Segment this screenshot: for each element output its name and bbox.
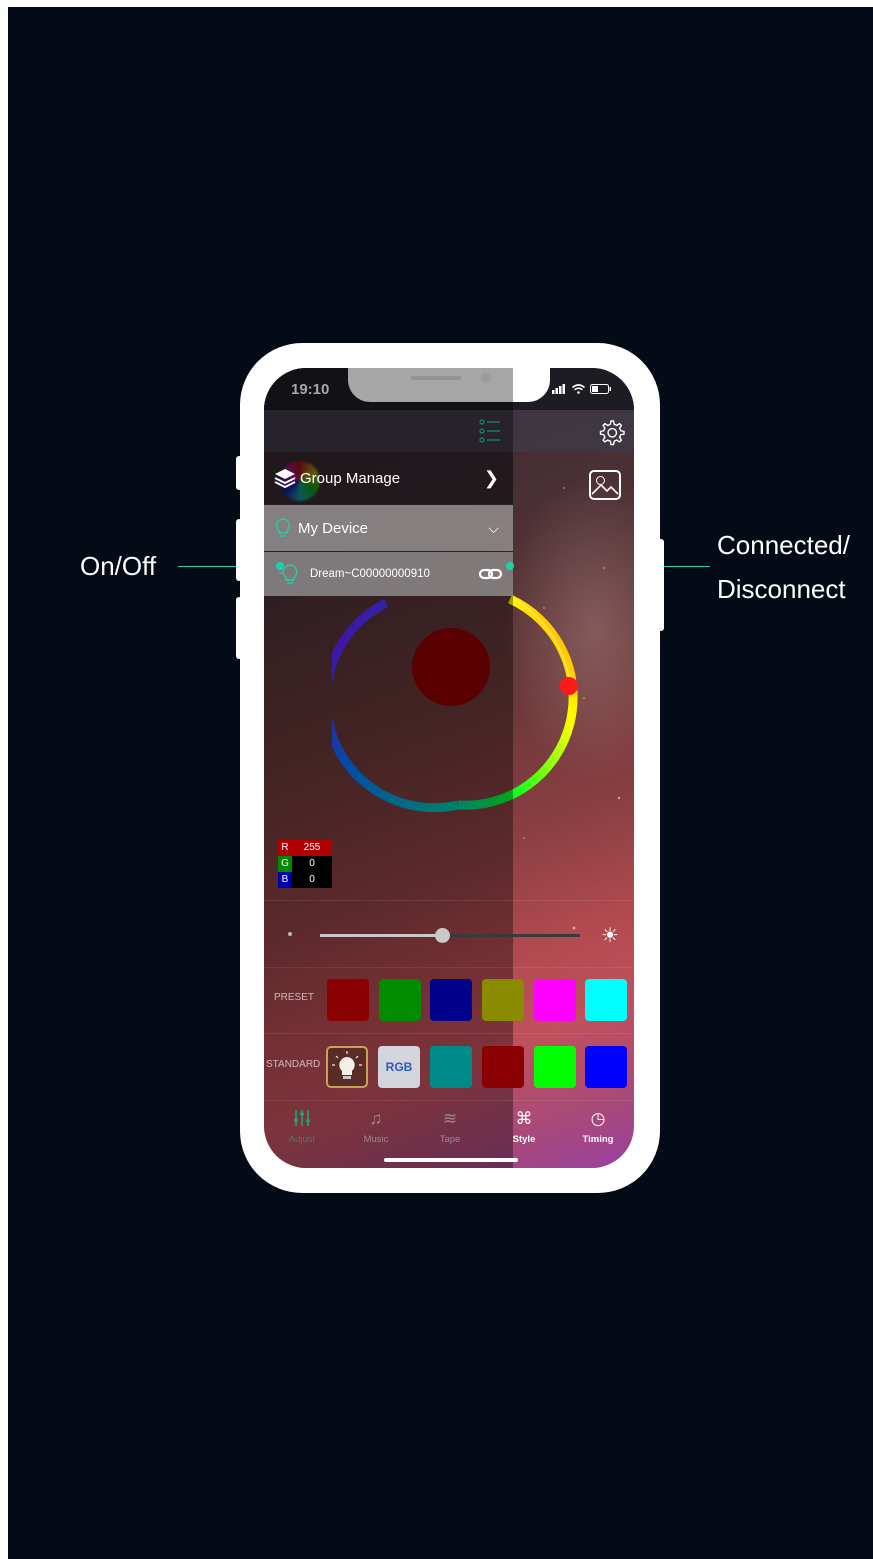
dim-sun-icon (288, 932, 292, 936)
b-key: B (278, 872, 292, 888)
tab-music[interactable]: ♫ Music (346, 1108, 406, 1145)
battery-icon (590, 383, 611, 394)
connected-callout-dot (506, 562, 514, 570)
status-icons (552, 381, 612, 395)
tab-adjust[interactable]: Adjust (272, 1108, 332, 1145)
tab-tape-label: Tape (439, 1134, 461, 1145)
preset-swatch-3[interactable] (430, 979, 472, 1021)
tutorial-stage: On/Off Connected/ Disconnect 19:10 Group… (8, 7, 873, 1559)
command-icon: ⌘ (515, 1109, 533, 1128)
my-device-row[interactable]: My Device ⌵ (264, 505, 513, 551)
image-icon[interactable] (589, 470, 621, 500)
rgb-mode-button[interactable]: RGB (378, 1046, 420, 1088)
wheel-thumb[interactable] (560, 677, 578, 695)
bright-sun-icon: ☀ (601, 925, 619, 947)
home-indicator (384, 1158, 518, 1162)
preset-label: PRESET (274, 992, 315, 1003)
phone-frame: 19:10 Group Manage ❯ My Device ⌵ Dream~C… (240, 343, 660, 1193)
g-value: 0 (292, 856, 332, 872)
tab-style[interactable]: ⌘ Style (494, 1108, 554, 1145)
standard-label: STANDARD (266, 1059, 321, 1070)
r-value: 255 (292, 840, 332, 856)
standard-swatch-3[interactable] (534, 1046, 576, 1088)
b-value: 0 (292, 872, 332, 888)
preset-swatch-2[interactable] (379, 979, 421, 1021)
image-icon-mountain (591, 483, 619, 495)
my-device-label: My Device (298, 519, 369, 537)
tab-music-label: Music (363, 1134, 389, 1145)
layers-icon (274, 469, 296, 489)
group-manage-row[interactable]: Group Manage ❯ (264, 452, 513, 504)
timer-icon: ◷ (590, 1109, 606, 1128)
preset-swatch-4[interactable] (482, 979, 524, 1021)
on-off-callout-dot (276, 562, 284, 570)
group-manage-label: Group Manage (300, 469, 401, 487)
chevron-right-icon: ❯ (483, 467, 499, 488)
standard-row: STANDARD RGB (264, 1034, 634, 1101)
device-row[interactable]: Dream~C00000000910 (264, 552, 513, 596)
tab-adjust-label: Adjust (288, 1134, 316, 1145)
warm-bulb-button[interactable] (326, 1046, 368, 1088)
tab-bar: Adjust ♫ Music ≋ Tape ⌘ Style ◷ Timing (264, 1102, 634, 1158)
sliders-icon (272, 1108, 332, 1130)
standard-swatch-1[interactable] (430, 1046, 472, 1088)
music-note-icon: ♫ (369, 1109, 383, 1128)
brightness-slider[interactable] (320, 928, 580, 943)
brightness-fill (320, 934, 443, 937)
brightness-thumb[interactable] (435, 928, 451, 943)
connected-callout-line1: Connected/ (717, 530, 850, 560)
chevron-down-icon: ⌵ (488, 519, 499, 536)
on-off-callout: On/Off (80, 551, 157, 581)
preset-swatch-5[interactable] (534, 979, 576, 1021)
g-key: G (278, 856, 292, 872)
preset-row: PRESET (264, 967, 634, 1034)
tab-tape[interactable]: ≋ Tape (420, 1108, 480, 1145)
warm-bulb-icon (332, 1051, 362, 1079)
standard-swatch-2[interactable] (482, 1046, 524, 1088)
standard-swatch-4[interactable] (585, 1046, 627, 1088)
tab-style-label: Style (512, 1134, 536, 1145)
wave-icon: ≋ (442, 1109, 458, 1128)
device-drawer: Group Manage ❯ My Device ⌵ Dream~C000000… (264, 452, 513, 596)
device-name: Dream~C00000000910 (310, 568, 430, 580)
cellular-icon (552, 383, 566, 394)
wifi-icon (571, 384, 585, 394)
tab-timing-label: Timing (582, 1134, 614, 1145)
connected-callout-line2: Disconnect (717, 574, 846, 604)
app-screen: 19:10 Group Manage ❯ My Device ⌵ Dream~C… (264, 368, 634, 1168)
bulb-icon (275, 518, 291, 537)
preset-swatch-6[interactable] (585, 979, 627, 1021)
r-key: R (278, 840, 292, 856)
preset-swatch-1[interactable] (327, 979, 369, 1021)
gear-icon[interactable] (597, 418, 625, 446)
rgb-readout: R 255 G 0 B 0 (278, 840, 332, 888)
link-icon[interactable] (479, 565, 505, 583)
brightness-section: ☀ (264, 900, 634, 968)
tab-timing[interactable]: ◷ Timing (568, 1108, 628, 1145)
